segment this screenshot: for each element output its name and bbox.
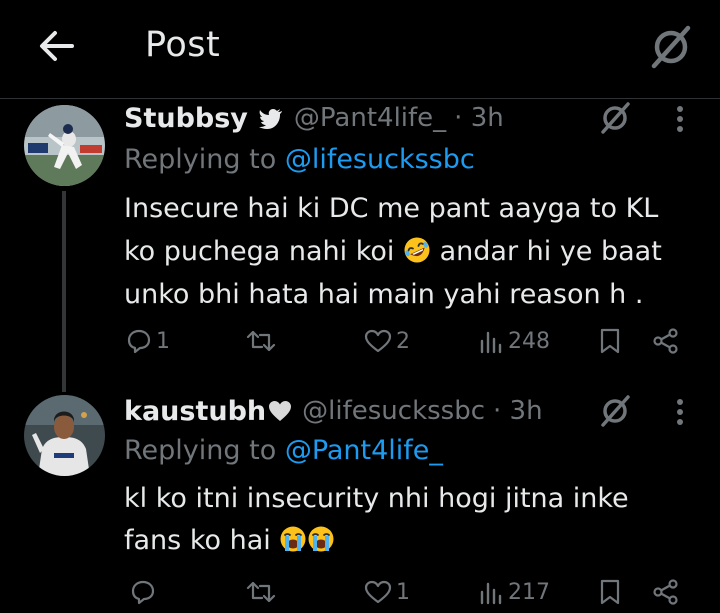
like-button[interactable]: 2 <box>364 321 410 361</box>
replying-label: Replying to <box>124 435 285 466</box>
page-title: Post <box>145 25 221 65</box>
reply-count: 1 <box>156 328 170 354</box>
repost-icon <box>246 581 276 603</box>
replying-handle-link[interactable]: @lifesuckssbc <box>285 144 475 175</box>
verified-bird-icon <box>258 109 282 129</box>
share-icon <box>653 328 678 354</box>
bookmark-button[interactable] <box>598 572 622 612</box>
post-text: Insecure hai ki DC me pant aayga to KL k… <box>124 187 662 316</box>
timestamp[interactable]: · 3h <box>493 396 543 426</box>
replying-to: Replying to @lifesuckssbc <box>124 144 475 175</box>
views-icon <box>480 582 502 605</box>
reply-button[interactable] <box>130 572 156 612</box>
display-name[interactable]: kaustubh <box>124 396 266 427</box>
views-button[interactable]: 217 <box>478 572 550 612</box>
post-actions: 1 2 248 <box>0 321 720 361</box>
views-count: 248 <box>508 328 550 354</box>
post-actions: 1 217 <box>0 572 720 612</box>
post-text: kl ko itni insecurity nhi hogi jitna ink… <box>124 478 629 562</box>
timestamp[interactable]: · 3h <box>454 103 504 133</box>
post-line: fans ko hai <box>124 525 271 556</box>
post-line-2: fans ko hai <box>124 520 629 562</box>
share-icon <box>653 579 678 605</box>
post-header: kaustubh @lifesuckssbc · 3h <box>124 394 543 428</box>
top-bar: Post <box>0 0 720 98</box>
post-line: kl ko itni insecurity nhi hogi jitna ink… <box>124 483 629 514</box>
bookmark-icon <box>600 328 620 354</box>
like-icon <box>364 329 392 353</box>
more-icon[interactable] <box>673 104 687 134</box>
share-button[interactable] <box>652 321 680 361</box>
reply-icon <box>127 329 151 354</box>
white-heart-emoji <box>269 401 292 421</box>
reply-icon <box>131 580 155 605</box>
reply-button[interactable]: 1 <box>126 321 170 361</box>
post-header: Stubbsy @Pant4life_ · 3h <box>124 101 504 135</box>
grok-icon[interactable] <box>648 24 694 70</box>
bookmark-button[interactable] <box>598 321 622 361</box>
views-count: 217 <box>508 579 550 605</box>
back-button[interactable] <box>34 24 78 68</box>
replying-label: Replying to <box>124 144 285 175</box>
repost-button[interactable] <box>246 572 276 612</box>
grok-icon[interactable] <box>598 394 632 428</box>
post-line: unko bhi hata hai main yahi reason h . <box>124 279 644 310</box>
replying-to: Replying to @Pant4life_ <box>124 435 443 466</box>
views-button[interactable]: 248 <box>478 321 550 361</box>
views-icon <box>480 331 502 354</box>
replying-handle-link[interactable]: @Pant4life_ <box>285 435 443 466</box>
post-kaustubh[interactable]: kaustubh @lifesuckssbc · 3h Replying to … <box>0 392 720 613</box>
like-icon <box>364 580 392 604</box>
back-arrow-icon <box>40 31 74 61</box>
bookmark-icon <box>600 579 620 605</box>
avatar[interactable] <box>24 105 105 186</box>
more-icon[interactable] <box>673 397 687 427</box>
crying-emoji <box>308 526 334 552</box>
thread-line <box>62 191 66 392</box>
user-handle[interactable]: @lifesuckssbc <box>302 396 485 426</box>
user-handle[interactable]: @Pant4life_ <box>294 103 446 133</box>
share-button[interactable] <box>652 572 680 612</box>
like-button[interactable]: 1 <box>364 572 410 612</box>
repost-icon <box>246 330 276 352</box>
grok-icon[interactable] <box>598 101 632 135</box>
rofl-emoji <box>404 237 430 263</box>
crying-emoji <box>280 526 306 552</box>
post-stubbsy[interactable]: Stubbsy @Pant4life_ · 3h Replying to @li… <box>0 99 720 392</box>
post-line: andar hi ye baat <box>439 236 662 267</box>
post-line-2: ko puchega nahi koi andar hi ye baat <box>124 230 662 273</box>
repost-button[interactable] <box>246 321 276 361</box>
display-name[interactable]: Stubbsy <box>124 103 248 134</box>
post-line: ko puchega nahi koi <box>124 236 395 267</box>
avatar[interactable] <box>24 395 105 476</box>
like-count: 2 <box>396 328 410 354</box>
like-count: 1 <box>396 579 410 605</box>
post-line: Insecure hai ki DC me pant aayga to KL <box>124 193 659 224</box>
